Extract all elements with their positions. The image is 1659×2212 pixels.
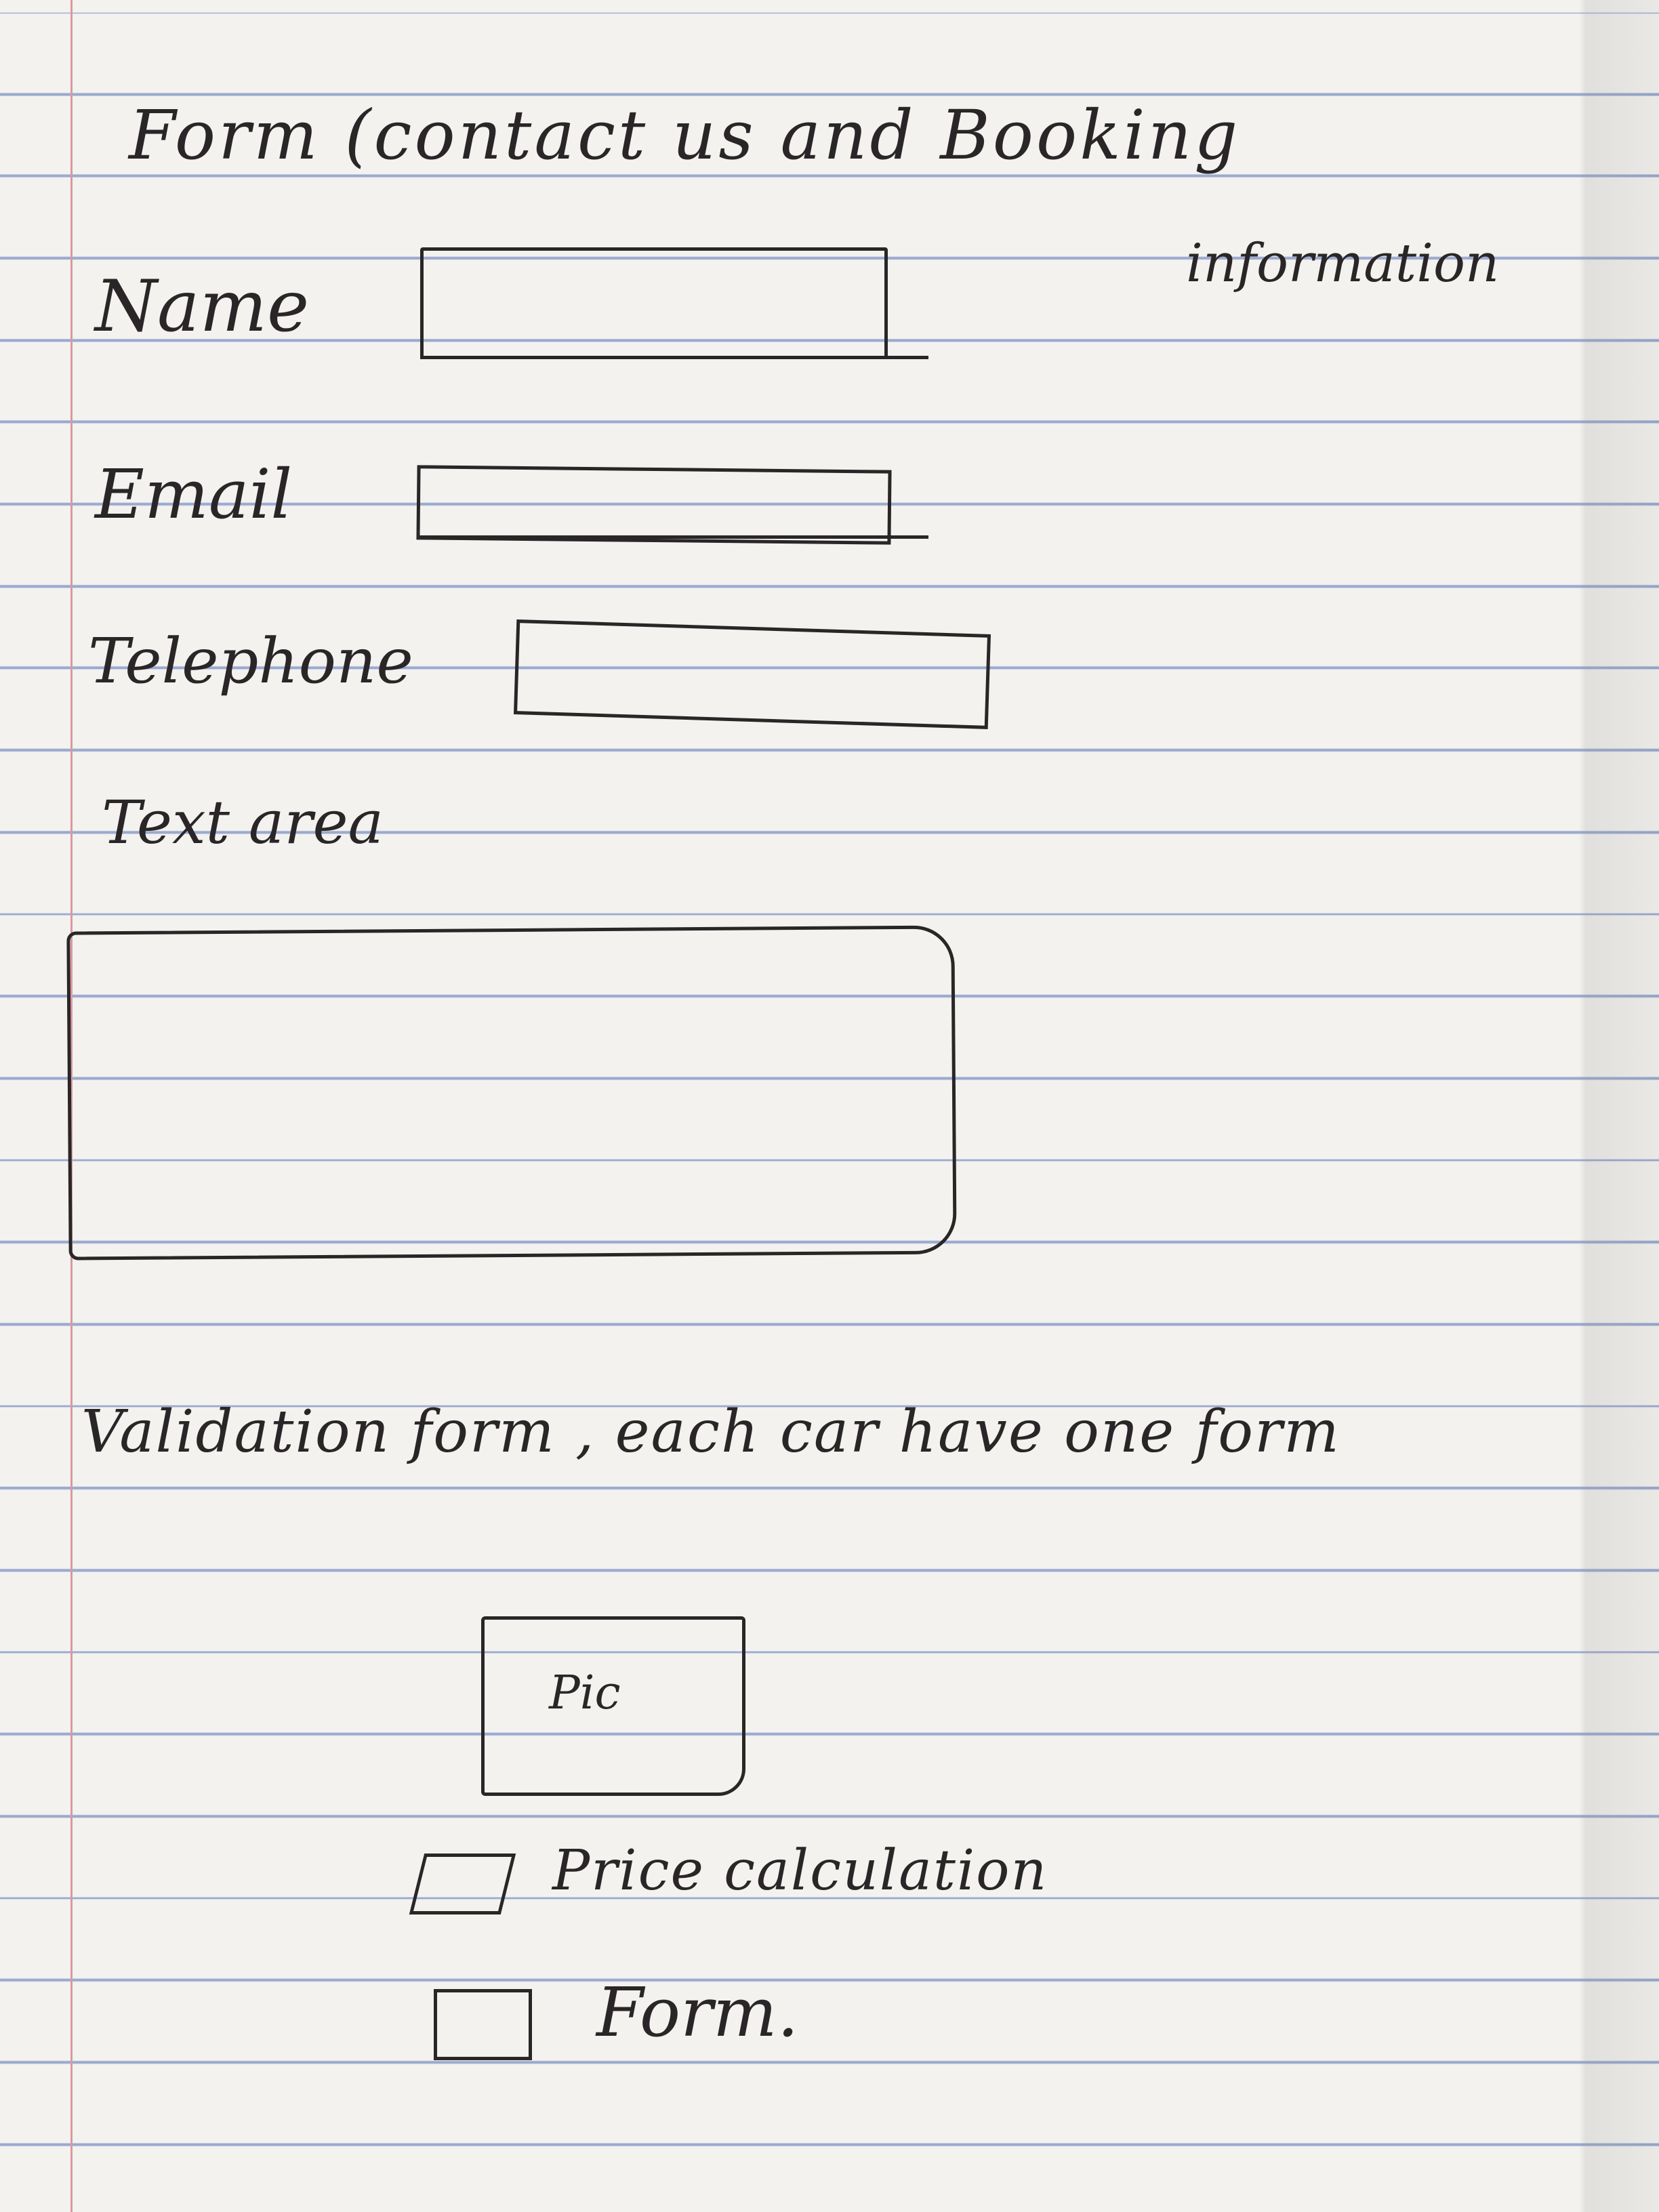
telephone-input[interactable]: [513, 619, 991, 729]
form-title: Form (contact us and Booking: [129, 96, 1241, 175]
email-input-underline: [417, 535, 928, 539]
name-label: Name: [95, 265, 310, 348]
name-input-underline: [420, 356, 928, 359]
price-calculation-label: Price calculation: [552, 1839, 1048, 1903]
textarea-label: Text area: [102, 787, 384, 857]
email-input[interactable]: [416, 465, 892, 545]
notebook-page: Form (contact us and Booking information…: [0, 0, 1659, 2212]
form-title-continuation: information: [1186, 233, 1500, 294]
message-textarea[interactable]: [66, 925, 957, 1261]
email-label: Email: [95, 455, 293, 534]
telephone-label: Telephone: [88, 625, 413, 697]
name-input[interactable]: [420, 247, 888, 359]
form-checkbox[interactable]: [434, 1989, 532, 2060]
price-calculation-checkbox[interactable]: [409, 1853, 516, 1914]
form-checkbox-label: Form.: [596, 1973, 799, 2052]
validation-note: Validation form , each car have one form: [81, 1398, 1340, 1466]
car-picture-label: Pic: [549, 1666, 621, 1720]
